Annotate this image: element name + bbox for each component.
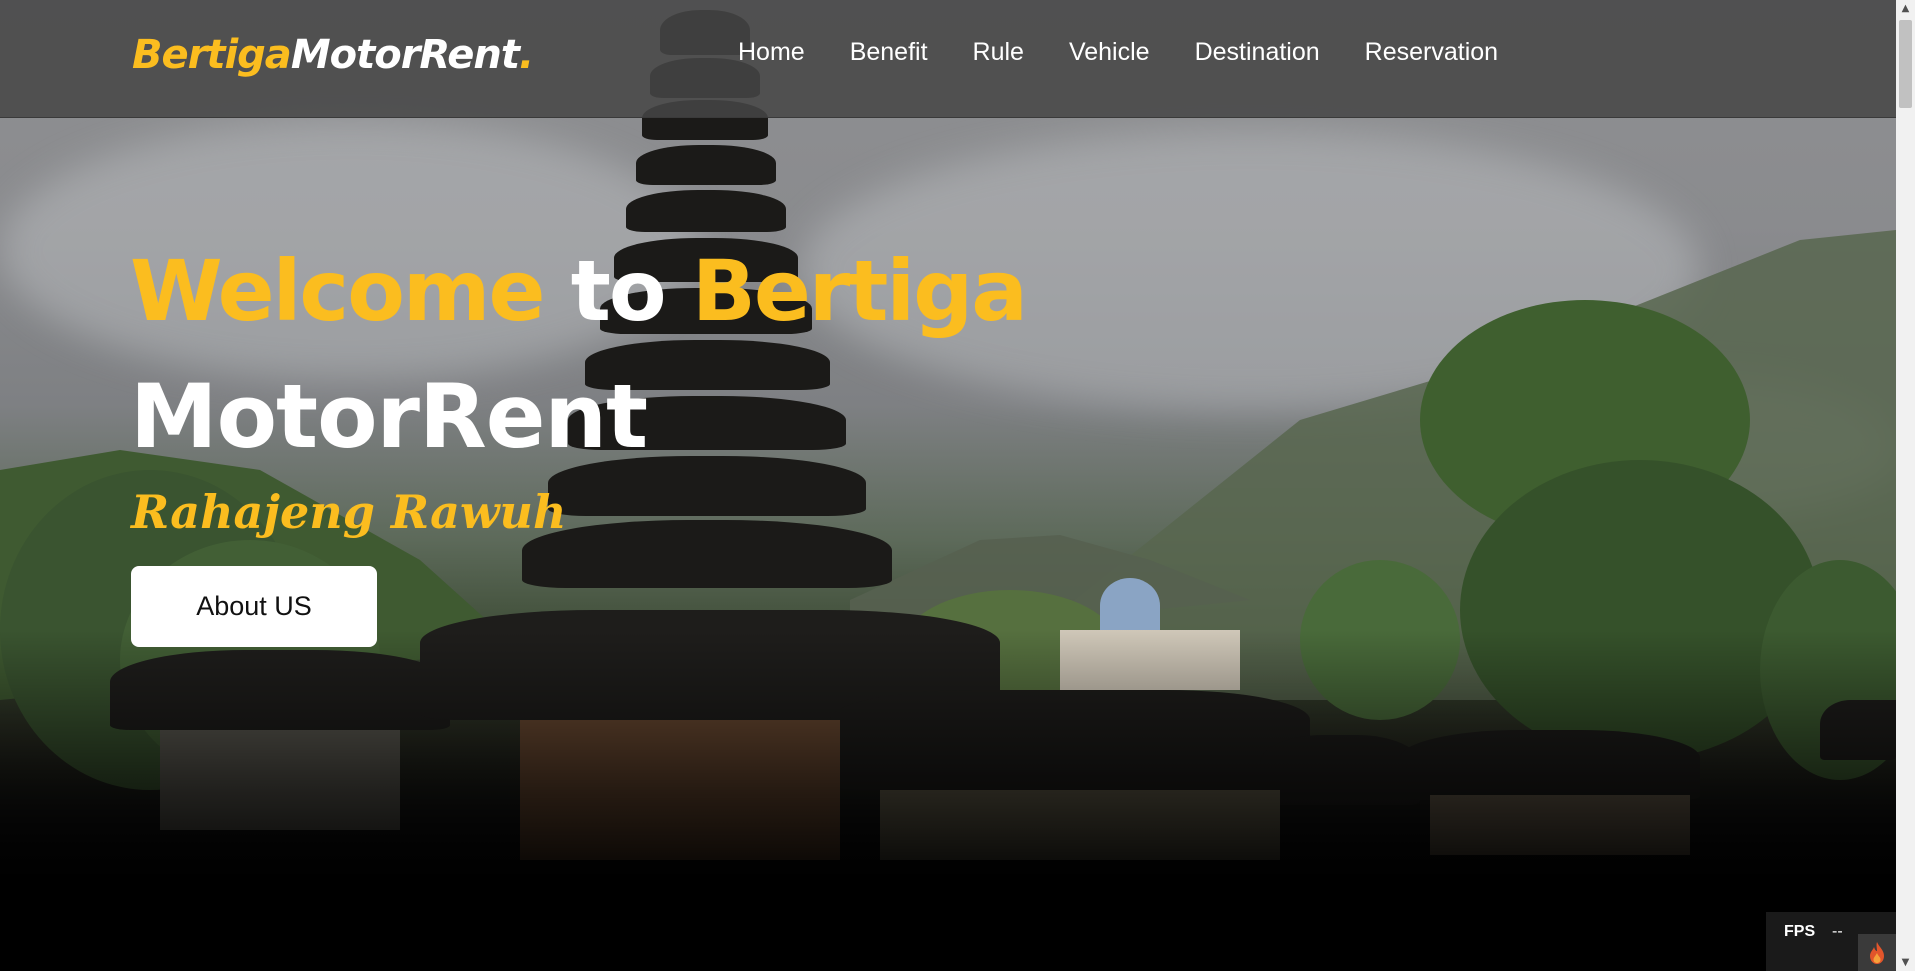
hero-to: to: [570, 242, 667, 340]
brand-part2: MotorRent: [290, 32, 520, 78]
hero-heading-line2: MotorRent: [130, 365, 648, 468]
nav-menu: Home Benefit Rule Vehicle Destination Re…: [738, 38, 1543, 67]
scroll-up-arrow-icon[interactable]: ▲: [1896, 0, 1915, 17]
hero-heading-line1: Welcome to Bertiga: [130, 242, 1028, 340]
fps-widget: FPS --: [1766, 912, 1896, 971]
brand-part1: Bertiga: [132, 32, 292, 78]
nav-benefit[interactable]: Benefit: [850, 38, 928, 67]
brand-logo[interactable]: BertigaMotorRent.: [132, 32, 534, 78]
nav-rule[interactable]: Rule: [973, 38, 1024, 67]
nav-vehicle[interactable]: Vehicle: [1069, 38, 1150, 67]
flame-icon[interactable]: [1858, 934, 1896, 971]
hero-welcome: Welcome: [130, 242, 545, 340]
nav-destination[interactable]: Destination: [1195, 38, 1320, 67]
bottom-black-band: [0, 900, 1896, 971]
fps-label: FPS: [1784, 923, 1816, 940]
fps-value: --: [1832, 923, 1843, 940]
brand-dot: .: [518, 32, 534, 78]
about-us-button[interactable]: About US: [131, 566, 377, 647]
navbar: BertigaMotorRent. Home Benefit Rule Vehi…: [0, 0, 1896, 118]
hero-bertiga: Bertiga: [691, 242, 1028, 340]
scroll-down-arrow-icon[interactable]: ▼: [1896, 954, 1915, 971]
scrollbar-thumb[interactable]: [1899, 20, 1912, 108]
page-scrollbar[interactable]: ▲ ▼: [1896, 0, 1915, 971]
nav-reservation[interactable]: Reservation: [1365, 38, 1498, 67]
hero-subtitle: Rahajeng Rawuh: [131, 485, 567, 539]
nav-home[interactable]: Home: [738, 38, 805, 67]
